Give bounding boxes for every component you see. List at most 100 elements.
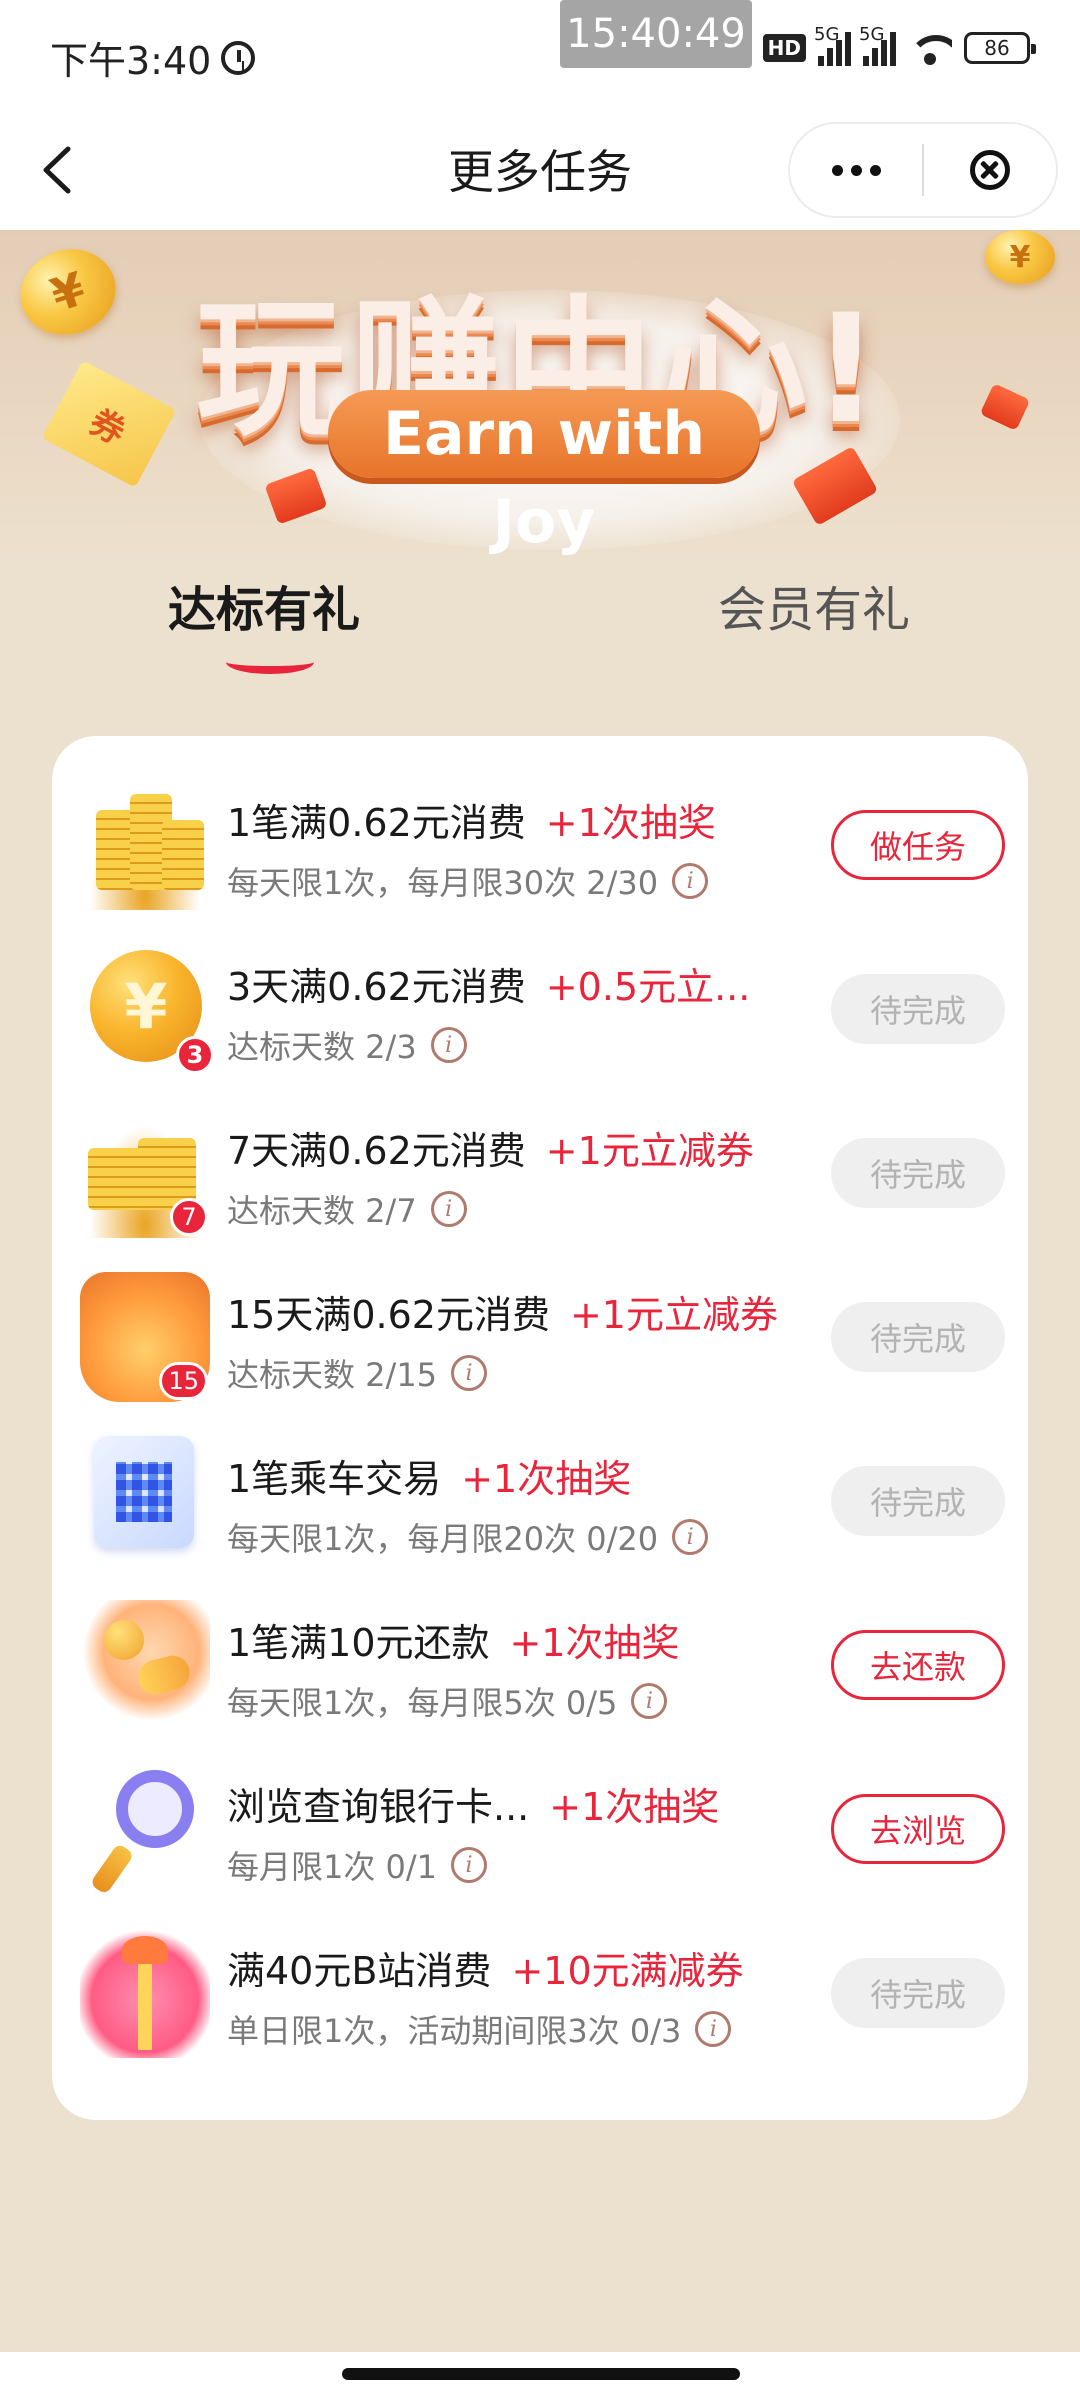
task-subtitle: 每月限1次 0/1 i — [227, 1842, 488, 1888]
wifi-icon — [908, 31, 952, 65]
repay-button[interactable]: 去还款 — [831, 1630, 1005, 1700]
task-limit-text: 每天限1次，每月限5次 0/5 — [227, 1684, 618, 1722]
task-list-card: 1笔满0.62元消费 +1次抽奖 每天限1次，每月限30次 2/30 i 做任务 ¥… — [52, 736, 1028, 2120]
day-count-badge: 3 — [176, 1036, 214, 1074]
info-icon[interactable]: i — [631, 1683, 668, 1719]
task-subtitle: 单日限1次，活动期间限3次 0/3 i — [227, 2006, 732, 2052]
task-title: 浏览查询银行卡... +1次抽奖 — [227, 1776, 719, 1831]
task-row: 1笔满10元还款 +1次抽奖 每天限1次，每月限5次 0/5 i 去还款 — [52, 1582, 1028, 1746]
info-icon[interactable]: i — [695, 2011, 732, 2047]
task-row: 1笔乘车交易 +1次抽奖 每天限1次，每月限20次 0/20 i 待完成 — [52, 1418, 1028, 1582]
close-button[interactable] — [924, 124, 1056, 216]
task-subtitle: 每天限1次，每月限30次 2/30 i — [227, 858, 709, 904]
pending-button[interactable]: 待完成 — [831, 1958, 1005, 2028]
more-dots-icon — [869, 164, 881, 176]
yuan-coin-icon: ¥ 3 — [90, 950, 214, 1074]
task-row: ¥ 3 3天满0.62元消费 +0.5元立... 达标天数 2/3 i 待完成 — [52, 926, 1028, 1090]
status-time: 下午3:40 — [50, 39, 212, 83]
task-title: 7天满0.62元消费 +1元立减券 — [227, 1120, 754, 1175]
task-title: 3天满0.62元消费 +0.5元立... — [227, 956, 750, 1011]
hero-banner: ¥ ¥ 券 玩赚中心! Earn with Joy — [0, 230, 1080, 560]
status-icons: HD 5G 5G 86 — [762, 24, 1036, 66]
magnifier-icon — [80, 1764, 210, 1894]
tab-active-indicator — [226, 650, 314, 674]
task-progress-text: 达标天数 2/7 — [227, 1192, 417, 1230]
task-reward: +1次抽奖 — [545, 801, 716, 845]
treasure-box-icon: 15 — [80, 1272, 210, 1402]
hand-coin-icon — [80, 1600, 210, 1730]
browse-button[interactable]: 去浏览 — [831, 1794, 1005, 1864]
pending-button[interactable]: 待完成 — [831, 1466, 1005, 1536]
banner-subtitle: Earn with Joy — [328, 390, 760, 557]
close-circle-icon — [969, 150, 1010, 190]
yuan-glyph: ¥ — [124, 969, 168, 1043]
task-limit-text: 单日限1次，活动期间限3次 0/3 — [227, 2012, 682, 2050]
more-button[interactable] — [790, 124, 922, 216]
task-row: 7 7天满0.62元消费 +1元立减券 达标天数 2/7 i 待完成 — [52, 1090, 1028, 1254]
pending-button[interactable]: 待完成 — [831, 1138, 1005, 1208]
home-indicator[interactable] — [342, 2368, 740, 2380]
task-title-text: 满40元B站消费 — [227, 1949, 492, 1993]
task-reward: +1元立减券 — [545, 1129, 754, 1173]
info-icon[interactable]: i — [451, 1355, 488, 1391]
task-subtitle: 达标天数 2/15 i — [227, 1350, 488, 1396]
hd-icon: HD — [762, 34, 806, 62]
task-row: 15 15天满0.62元消费 +1元立减券 达标天数 2/15 i 待完成 — [52, 1254, 1028, 1418]
tab-standard-gift[interactable]: 达标有礼 — [168, 570, 360, 640]
task-reward: +0.5元立... — [545, 965, 751, 1009]
task-reward: +10元满减券 — [511, 1949, 744, 1993]
signal-icon: 5G — [814, 24, 851, 66]
pending-button[interactable]: 待完成 — [831, 974, 1005, 1044]
status-time-group: 下午3:40 — [50, 30, 256, 85]
task-limit-text: 每月限1次 0/1 — [227, 1848, 438, 1886]
battery-level: 86 — [984, 36, 1010, 60]
alarm-icon — [221, 40, 256, 75]
task-limit-text: 每天限1次，每月限30次 2/30 — [227, 864, 659, 902]
task-row: 浏览查询银行卡... +1次抽奖 每月限1次 0/1 i 去浏览 — [52, 1746, 1028, 1910]
signal-label: 5G — [814, 24, 840, 45]
task-subtitle: 达标天数 2/7 i — [227, 1186, 467, 1232]
pending-button[interactable]: 待完成 — [831, 1302, 1005, 1372]
signal-icon: 5G — [859, 24, 896, 66]
info-icon[interactable]: i — [672, 863, 709, 899]
task-title-text: 1笔满10元还款 — [227, 1621, 490, 1665]
day-count-badge: 15 — [159, 1362, 208, 1400]
signal-label: 5G — [859, 24, 885, 45]
task-reward: +1元立减券 — [569, 1293, 778, 1337]
task-progress-text: 达标天数 2/15 — [227, 1356, 438, 1394]
task-title: 15天满0.62元消费 +1元立减券 — [227, 1284, 778, 1339]
day-count-badge: 7 — [170, 1198, 208, 1236]
coin-stack-icon: 7 — [80, 1108, 210, 1238]
task-progress-text: 达标天数 2/3 — [227, 1028, 417, 1066]
status-bar: 下午3:40 15:40:49 HD 5G 5G 86 — [0, 0, 1080, 110]
qr-code-icon — [94, 1436, 194, 1548]
info-icon[interactable]: i — [430, 1191, 467, 1227]
do-task-button[interactable]: 做任务 — [831, 810, 1005, 880]
mini-program-capsule — [788, 122, 1058, 218]
more-dots-icon — [850, 164, 862, 176]
info-icon[interactable]: i — [451, 1847, 488, 1883]
task-title-text: 1笔乘车交易 — [227, 1457, 442, 1501]
clock-overlay: 15:40:49 — [560, 0, 752, 68]
info-icon[interactable]: i — [672, 1519, 709, 1555]
task-subtitle: 每天限1次，每月限20次 0/20 i — [227, 1514, 709, 1560]
task-title: 1笔乘车交易 +1次抽奖 — [227, 1448, 631, 1503]
info-icon[interactable]: i — [430, 1027, 467, 1063]
back-button[interactable] — [40, 140, 100, 200]
gold-coins-icon — [80, 780, 210, 910]
task-subtitle: 每天限1次，每月限5次 0/5 i — [227, 1678, 668, 1724]
task-row: 1笔满0.62元消费 +1次抽奖 每天限1次，每月限30次 2/30 i 做任务 — [52, 762, 1028, 926]
tab-member-gift[interactable]: 会员有礼 — [718, 570, 910, 640]
task-reward: +1次抽奖 — [509, 1621, 680, 1665]
task-title-text: 1笔满0.62元消费 — [227, 801, 526, 845]
more-dots-icon — [831, 164, 843, 176]
back-chevron-icon — [43, 146, 71, 194]
gift-box-icon — [80, 1928, 210, 2058]
task-row: 满40元B站消费 +10元满减券 单日限1次，活动期间限3次 0/3 i 待完成 — [52, 1910, 1028, 2074]
task-title: 1笔满10元还款 +1次抽奖 — [227, 1612, 680, 1667]
task-reward: +1次抽奖 — [461, 1457, 632, 1501]
nav-bar: 更多任务 — [0, 110, 1080, 230]
task-title-text: 7天满0.62元消费 — [227, 1129, 526, 1173]
task-title: 满40元B站消费 +10元满减券 — [227, 1940, 744, 1995]
task-reward: +1次抽奖 — [549, 1785, 720, 1829]
